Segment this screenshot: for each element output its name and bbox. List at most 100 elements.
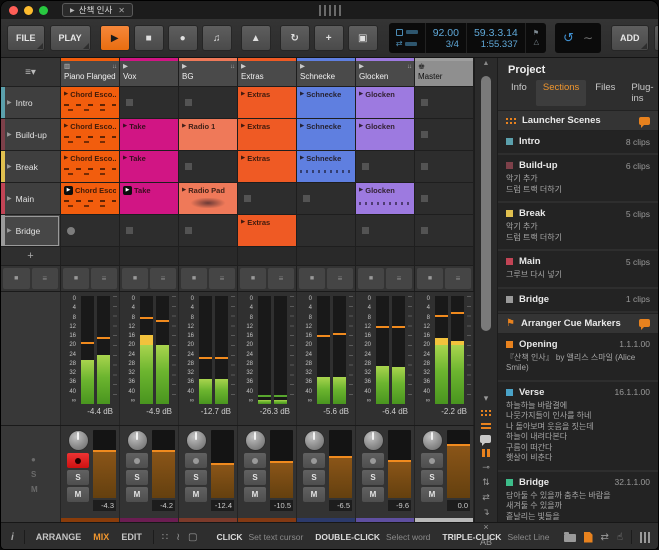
mute-button[interactable]: M [362, 487, 384, 502]
clip-play-icon[interactable]: ▶ [123, 123, 127, 129]
punch-button[interactable]: ↻ [280, 25, 310, 51]
track-header-piano-flangedi[interactable]: ▥↓↓Piano Flangedi... [61, 58, 119, 87]
list-view-icon[interactable] [481, 423, 491, 425]
clip-stop-button[interactable] [185, 99, 192, 106]
clip-cell-bg-0[interactable] [179, 87, 237, 119]
launch-scene-row-button[interactable]: ≡ [32, 268, 59, 289]
clip-play-icon[interactable]: ▶ [182, 187, 186, 193]
tab-close-icon[interactable]: ✕ [118, 6, 125, 15]
track-header-glocken[interactable]: ▶↓↓Glocken [356, 58, 414, 87]
clip-cell-extras-4[interactable]: ▶Extras [238, 215, 296, 247]
global-arm-icon[interactable]: ● [31, 456, 36, 464]
launcher-scene-item-intro[interactable]: Intro8 clips [498, 131, 658, 155]
transport-display[interactable]: ⇄ 92.00 3/4 59.3.3.14 1:55.337 ⚑ △ [389, 23, 546, 53]
scene-button-build-up[interactable]: ▶Build-up [1, 119, 60, 151]
clip-play-icon[interactable]: ▶ [300, 123, 304, 129]
clip-cell-vox-1[interactable]: ▶Take [120, 119, 178, 151]
volume-fader[interactable] [388, 430, 411, 498]
cue-markers-header[interactable]: ⚑ Arranger Cue Markers [498, 313, 658, 334]
clip-cell-extras-1[interactable]: ▶Extras [238, 119, 296, 151]
tab-plug-ins[interactable]: Plug-ins [624, 80, 658, 106]
comment-bubble-icon[interactable] [639, 319, 650, 327]
clip-cell-vox-0[interactable] [120, 87, 178, 119]
pan-knob[interactable] [127, 430, 148, 451]
clip-cell-extras-3[interactable] [238, 183, 296, 215]
track-launch-button[interactable]: ≡ [327, 268, 353, 289]
scene-button-intro[interactable]: ▶Intro [1, 87, 60, 119]
clip-cell-bg-3[interactable]: ▶Radio Pad [179, 183, 237, 215]
arm-button[interactable] [244, 453, 266, 468]
stop-button[interactable]: ■ [134, 25, 164, 51]
pan-knob[interactable] [68, 430, 89, 451]
track-stop-button[interactable]: ■ [417, 268, 443, 289]
solo-button[interactable]: S [244, 470, 266, 485]
clip-play-icon[interactable]: ▶ [359, 123, 363, 129]
clip-play-icon[interactable]: ▶ [241, 219, 245, 225]
clip-cell-vox-2[interactable]: ▶Take [120, 151, 178, 183]
track-stop-button[interactable]: ■ [299, 268, 325, 289]
record-button[interactable]: ● [168, 25, 198, 51]
scrollbar[interactable] [481, 70, 491, 388]
track-stop-button[interactable]: ■ [122, 268, 148, 289]
clip-cell-master-2[interactable] [415, 151, 473, 183]
clip-cell-glocken-1[interactable]: ▶Glocken [356, 119, 414, 151]
play-button[interactable]: ▶ [100, 25, 130, 51]
scene-button-break[interactable]: ▶Break [1, 151, 60, 183]
mixer-icon[interactable] [640, 532, 642, 543]
arm-button[interactable] [362, 453, 384, 468]
clip-play-icon[interactable]: ▶ [64, 155, 68, 161]
clip-stop-button[interactable] [362, 163, 369, 170]
launcher-scene-item-break[interactable]: Break5 clips악기 추가드럼 트랙 더하기 [498, 203, 658, 251]
clip-cell-piano-flangedi-1[interactable]: ▶Chord Esco... [61, 119, 119, 151]
clip-stop-button[interactable] [421, 99, 428, 106]
track-launch-button[interactable]: ≡ [91, 268, 117, 289]
clip-cell-bg-2[interactable] [179, 151, 237, 183]
file-icon[interactable] [584, 532, 593, 543]
clip-cell-glocken-0[interactable]: ▶Glocken [356, 87, 414, 119]
tab-files[interactable]: Files [588, 80, 622, 106]
clip-play-icon[interactable]: ▶ [241, 123, 245, 129]
volume-fader[interactable] [270, 430, 293, 498]
clip-stop-button[interactable] [303, 195, 310, 202]
sort-icon[interactable]: ⇅ [482, 478, 490, 487]
view-button-edit[interactable]: EDIT [118, 530, 145, 544]
add-marker-button[interactable]: + [314, 25, 344, 51]
cue-marker-item-opening[interactable]: Opening1.1.1.00『산책 인사』 by 앨리스 스마일 (Alice… [498, 334, 658, 382]
clip-cell-master-4[interactable] [415, 215, 473, 247]
mute-button[interactable]: M [185, 487, 207, 502]
track-stop-button[interactable]: ■ [358, 268, 384, 289]
zoom-window-button[interactable] [39, 6, 48, 15]
cable-icon[interactable]: ≀ [176, 532, 180, 543]
clip-stop-button[interactable] [185, 227, 192, 234]
clip-cell-schnecke-0[interactable]: ▶Schnecke [297, 87, 355, 119]
pause-bars-icon[interactable] [482, 449, 485, 457]
mute-button[interactable]: M [303, 487, 325, 502]
close-panel-icon[interactable]: × [483, 523, 488, 532]
track-stop-button[interactable]: ■ [63, 268, 89, 289]
clip-play-icon[interactable]: ▶ [359, 91, 363, 97]
hand-icon[interactable]: ☝ [617, 532, 623, 543]
clip-play-icon[interactable]: ▶ [64, 123, 68, 129]
time-value[interactable]: 1:55.337 [481, 39, 518, 50]
snap-icon[interactable]: ∷ [162, 532, 168, 543]
close-window-button[interactable] [9, 6, 18, 15]
io-routing-icon[interactable]: ⊸ [482, 463, 490, 472]
track-launch-button[interactable]: ≡ [268, 268, 294, 289]
launcher-scene-item-build-up[interactable]: Build-up6 clips악기 추가드럼 트랙 더하기 [498, 155, 658, 203]
stop-all-clips-button[interactable]: ■ [3, 268, 30, 289]
tab-info[interactable]: Info [504, 80, 534, 106]
scene-menu-button[interactable]: ≡▾ [19, 66, 42, 79]
clip-playing-icon[interactable]: ▶ [64, 186, 73, 195]
clip-cell-bg-1[interactable]: ▶Radio 1 [179, 119, 237, 151]
clip-play-icon[interactable]: ▶ [123, 155, 127, 161]
tab-sections[interactable]: Sections [536, 80, 586, 106]
solo-button[interactable]: S [185, 470, 207, 485]
clip-cell-extras-2[interactable]: ▶Extras [238, 151, 296, 183]
cue-marker-item-verse[interactable]: Verse16.1.1.00하늘하늘 바람결에나뭇가지들이 인사를 하네나 돌아… [498, 382, 658, 472]
clip-cell-vox-4[interactable] [120, 215, 178, 247]
clip-cell-piano-flangedi-2[interactable]: ▶Chord Esco... [61, 151, 119, 183]
clip-playing-icon[interactable]: ▶ [123, 186, 132, 195]
edit-menu-button[interactable]: EDIT [654, 25, 659, 51]
swap-icon[interactable]: ⇄ [601, 532, 609, 543]
tempo-value[interactable]: 92.00 [433, 27, 459, 39]
